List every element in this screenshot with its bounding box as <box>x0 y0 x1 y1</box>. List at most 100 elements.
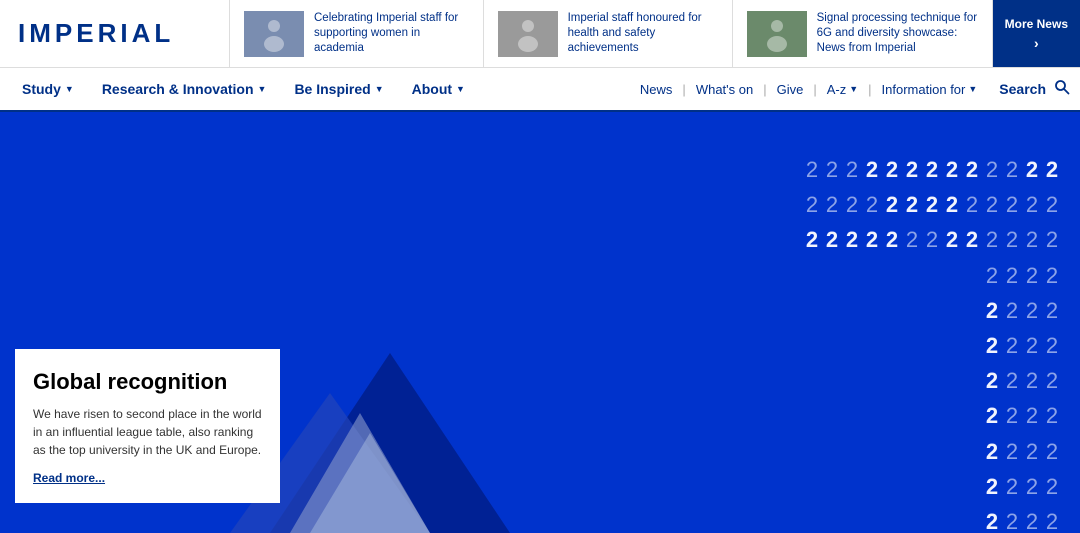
two-char: 2 <box>824 187 840 222</box>
two-char: 2 <box>924 222 940 257</box>
two-char: 2 <box>1004 504 1020 533</box>
two-char: 2 <box>884 187 900 222</box>
two-char: 2 <box>924 152 940 187</box>
two-char: 2 <box>984 293 1000 328</box>
two-char: 2 <box>884 152 900 187</box>
two-char: 2 <box>1044 152 1060 187</box>
nav-label: Be Inspired <box>294 81 370 97</box>
two-char: 2 <box>1004 293 1020 328</box>
nav-link-a-z[interactable]: A-z▼ <box>817 67 868 111</box>
nav-item-be-inspired[interactable]: Be Inspired ▼ <box>280 67 397 111</box>
twos-row-4: 2222 <box>780 293 1060 328</box>
nav-link-news[interactable]: News <box>630 67 683 111</box>
two-char: 2 <box>984 152 1000 187</box>
two-char: 2 <box>804 222 820 257</box>
nav-dropdown-arrow-icon: ▼ <box>375 84 384 94</box>
news-thumb-2 <box>498 11 558 57</box>
two-char: 2 <box>904 152 920 187</box>
two-char: 2 <box>1004 434 1020 469</box>
news-thumb-1 <box>244 11 304 57</box>
two-char: 2 <box>984 469 1000 504</box>
two-char: 2 <box>1044 363 1060 398</box>
two-char: 2 <box>1024 258 1040 293</box>
two-char: 2 <box>1044 434 1060 469</box>
two-char: 2 <box>824 222 840 257</box>
two-char: 2 <box>1024 328 1040 363</box>
twos-row-9: 2222 <box>780 469 1060 504</box>
two-char: 2 <box>1044 328 1060 363</box>
two-char: 2 <box>1044 398 1060 433</box>
two-char: 2 <box>984 363 1000 398</box>
twos-row-5: 2222 <box>780 328 1060 363</box>
two-char: 2 <box>964 222 980 257</box>
search-icon[interactable] <box>1052 77 1072 102</box>
info-box-read-more-link[interactable]: Read more... <box>33 471 105 485</box>
two-char: 2 <box>1004 398 1020 433</box>
two-char: 2 <box>1024 469 1040 504</box>
two-char: 2 <box>984 258 1000 293</box>
two-char: 2 <box>984 328 1000 363</box>
twos-row-8: 2222 <box>780 434 1060 469</box>
twos-row-3: 2222 <box>780 258 1060 293</box>
twos-row-0: 2222222222222 <box>780 152 1060 187</box>
twos-row-2: 2222222222222 <box>780 222 1060 257</box>
more-news-label: More News <box>1005 17 1068 31</box>
two-char: 2 <box>884 222 900 257</box>
twos-row-1: 2222222222222 <box>780 187 1060 222</box>
news-items-container: Celebrating Imperial staff for supportin… <box>230 0 993 67</box>
nav-label: Study <box>22 81 61 97</box>
two-char: 2 <box>844 187 860 222</box>
two-char: 2 <box>944 222 960 257</box>
nav-arrow-icon: ▼ <box>968 84 977 94</box>
two-char: 2 <box>844 152 860 187</box>
nav-link-information-for[interactable]: Information for▼ <box>872 67 988 111</box>
two-char: 2 <box>984 434 1000 469</box>
news-title-2: Imperial staff honoured for health and s… <box>568 11 718 56</box>
two-char: 2 <box>1004 187 1020 222</box>
nav-link-what-s-on[interactable]: What's on <box>686 67 763 111</box>
two-char: 2 <box>1044 293 1060 328</box>
nav-item-about[interactable]: About▼ <box>398 67 479 111</box>
nav-item-study[interactable]: Study ▼ <box>8 67 88 111</box>
more-news-arrow-icon: › <box>1034 35 1039 51</box>
two-char: 2 <box>1044 187 1060 222</box>
twos-row-10: 2222 <box>780 504 1060 533</box>
two-char: 2 <box>984 187 1000 222</box>
two-char: 2 <box>1044 469 1060 504</box>
two-char: 2 <box>1004 258 1020 293</box>
two-char: 2 <box>864 187 880 222</box>
nav-link-give[interactable]: Give <box>767 67 814 111</box>
two-char: 2 <box>804 152 820 187</box>
nav-bar: Study ▼ Research & Innovation▼ Be Inspired ▼… <box>0 68 1080 112</box>
two-char: 2 <box>1024 363 1040 398</box>
two-char: 2 <box>1044 222 1060 257</box>
nav-dropdown-arrow-icon: ▼ <box>456 84 465 94</box>
two-char: 2 <box>1024 398 1040 433</box>
logo: IMPERIAL <box>18 18 174 49</box>
info-box: Global recognition We have risen to seco… <box>15 349 280 503</box>
nav-left: Study ▼ Research & Innovation▼ Be Inspired ▼… <box>8 67 479 111</box>
two-char: 2 <box>1004 363 1020 398</box>
nav-item-research---innovation[interactable]: Research & Innovation▼ <box>88 67 281 111</box>
two-char: 2 <box>1004 469 1020 504</box>
two-char: 2 <box>1044 504 1060 533</box>
info-box-title: Global recognition <box>33 369 262 395</box>
two-char: 2 <box>1024 152 1040 187</box>
two-char: 2 <box>904 222 920 257</box>
news-item-2[interactable]: Imperial staff honoured for health and s… <box>484 0 733 67</box>
two-char: 2 <box>1044 258 1060 293</box>
nav-dropdown-arrow-icon: ▼ <box>65 84 74 94</box>
news-item-1[interactable]: Celebrating Imperial staff for supportin… <box>230 0 484 67</box>
news-item-3[interactable]: Signal processing technique for 6G and d… <box>733 0 993 67</box>
nav-arrow-icon: ▼ <box>849 84 858 94</box>
two-char: 2 <box>804 187 820 222</box>
two-char: 2 <box>984 398 1000 433</box>
news-title-1: Celebrating Imperial staff for supportin… <box>314 11 469 56</box>
nav-right: News|What's on|Give|A-z▼|Information for… <box>630 67 987 111</box>
more-news-button[interactable]: More News › <box>993 0 1080 67</box>
two-char: 2 <box>1004 152 1020 187</box>
two-char: 2 <box>1024 434 1040 469</box>
two-char: 2 <box>944 187 960 222</box>
two-char: 2 <box>1024 504 1040 533</box>
info-box-body: We have risen to second place in the wor… <box>33 405 262 459</box>
